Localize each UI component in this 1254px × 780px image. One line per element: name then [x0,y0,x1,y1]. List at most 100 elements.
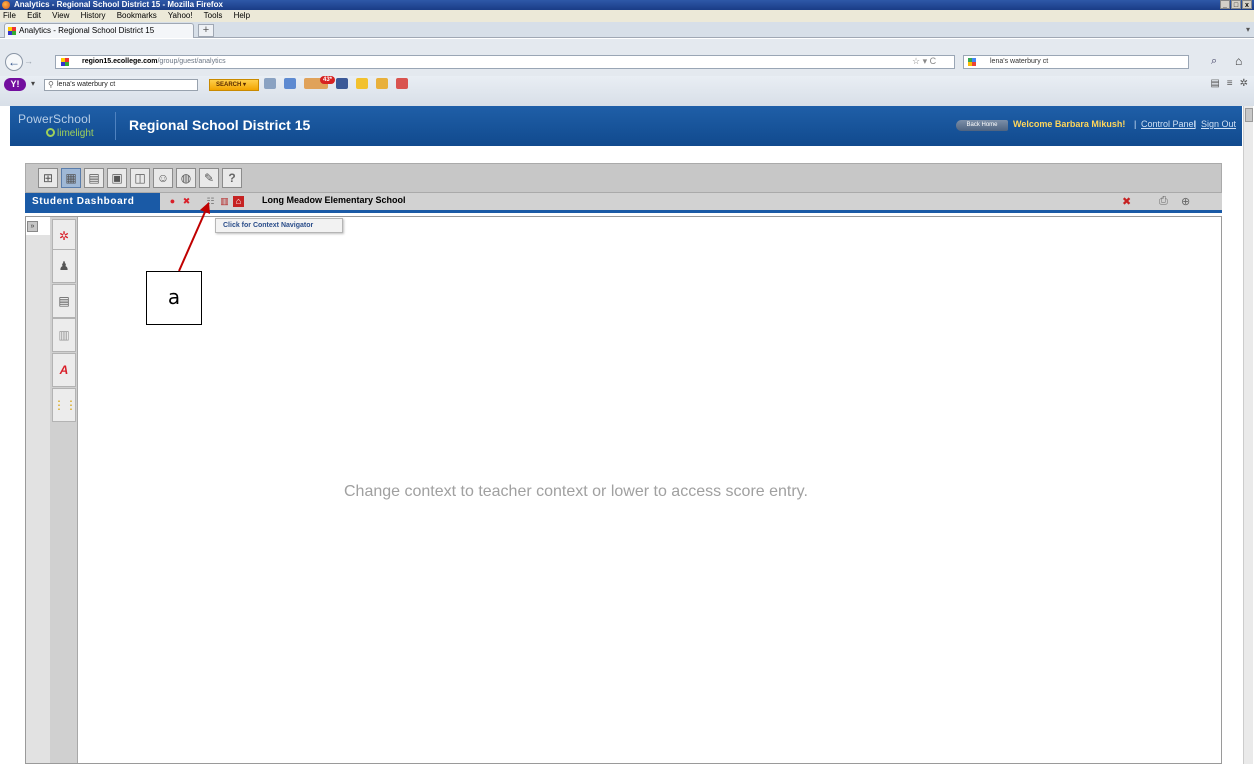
presentation-icon[interactable]: ◫ [130,168,150,188]
left-gutter [26,235,50,763]
globe-icon[interactable]: ◍ [176,168,196,188]
menu-edit[interactable]: Edit [27,11,41,20]
sidebar-icon[interactable]: ▤ [1210,78,1219,89]
navigation-bar: ← → region15.ecollege.com/group/guest/an… [0,39,1254,76]
document-icon[interactable]: ▤ [52,284,76,318]
gear-icon[interactable]: ✲ [1240,78,1248,89]
group-icon[interactable]: ☺ [153,168,173,188]
page-tools-icon[interactable] [264,78,276,89]
header-divider [115,112,116,140]
yahoo-search-label: SEARCH [216,82,242,88]
tab-label: Analytics - Regional School District 15 [19,26,155,35]
pin-icon[interactable]: ✖ [181,196,192,207]
person-icon[interactable]: ♟ [52,249,76,283]
powerschool-header: PowerSchool limelight Regional School Di… [10,106,1242,146]
header-pipe: | [1194,119,1197,129]
home-icon[interactable]: ⌂ [1235,54,1242,68]
yahoo-search-input[interactable]: ⚲ lena's waterbury ct [44,79,198,91]
print-icon[interactable]: ⎙ [1159,195,1168,208]
grid-icon[interactable]: ⊞ [38,168,58,188]
facebook-icon[interactable] [336,78,348,89]
tools-icon[interactable]: ✎ [199,168,219,188]
score-icon[interactable]: ⋮⋮ [52,388,77,422]
zoom-icon[interactable]: ⊕ [1181,195,1190,208]
tab-list-icon[interactable]: ▾ [1246,25,1250,34]
menu-help[interactable]: Help [234,11,250,20]
search-go-icon[interactable]: ⌕ [1211,55,1217,68]
sign-out-link[interactable]: Sign Out [1201,119,1236,129]
menu-yahoo[interactable]: Yahoo! [168,11,193,20]
powerschool-logo: PowerSchool [18,112,91,126]
yahoo-logo-icon[interactable]: Y! [4,78,26,91]
school-name[interactable]: Long Meadow Elementary School [262,195,406,205]
dashboard-title: Student Dashboard [25,193,160,210]
limelight-icon [46,128,55,137]
browser-tab[interactable]: Analytics - Regional School District 15 [4,23,194,38]
yahoo-tools [264,78,408,89]
yahoo-menu-icon[interactable]: ▾ [31,79,35,88]
menu-bar: File Edit View History Bookmarks Yahoo! … [0,10,1254,22]
url-path: /group/guest/analytics [157,58,226,65]
remove-icon[interactable]: ✖ [1122,195,1131,208]
window-title-bar: Analytics - Regional School District 15 … [0,0,1254,10]
context-navigator-icon[interactable]: ☷ [205,196,216,207]
calendar-tool-icon[interactable] [396,78,408,89]
text-icon[interactable]: A [52,353,76,387]
close-button[interactable]: x [1242,0,1252,9]
weather-icon[interactable] [356,78,368,89]
firefox-icon [2,1,10,9]
google-icon [968,58,976,66]
header-pipe: | [1134,119,1137,129]
browser-search-field[interactable]: lena's waterbury ct [963,55,1189,69]
forward-button[interactable]: → [24,56,33,66]
maximize-button[interactable]: □ [1231,0,1241,9]
app-icon-strip: ⊞ ▦ ▤ ▣ ◫ ☺ ◍ ✎ ? [25,163,1222,193]
site-identity-icon [61,58,69,66]
district-icon[interactable]: ▥ [219,196,230,207]
yahoo-toolbar: Y! ▾ ⚲ lena's waterbury ct SEARCH ▾ 43* … [0,76,1254,106]
games-icon[interactable] [376,78,388,89]
site-favicon-icon [8,27,16,35]
back-button[interactable]: ← [5,53,23,71]
control-panel-link[interactable]: Control Panel [1141,119,1196,129]
annotation-label: a [146,271,202,325]
url-bar[interactable]: region15.ecollege.com/group/guest/analyt… [55,55,955,69]
window-title: Analytics - Regional School District 15 … [14,0,223,9]
yahoo-search-button[interactable]: SEARCH ▾ [209,79,259,91]
score-entry-message: Change context to teacher context or low… [344,483,808,500]
window-controls: _ □ x [1220,0,1252,9]
dashboard-icon[interactable]: ▦ [61,168,81,188]
menu-tools[interactable]: Tools [204,11,223,20]
menu-bookmarks[interactable]: Bookmarks [117,11,157,20]
calendar-icon[interactable]: ▣ [107,168,127,188]
back-home-button[interactable]: Back Home [956,120,1008,131]
menu-file[interactable]: File [3,11,16,20]
new-tab-button[interactable]: + [198,24,214,37]
yahoo-search-text: lena's waterbury ct [57,81,116,88]
menu-lines-icon[interactable]: ≡ [1227,78,1233,89]
page-scrollbar[interactable] [1243,106,1253,764]
district-title: Regional School District 15 [129,117,311,133]
limelight-logo: limelight [46,128,94,139]
bookmark-star-icon[interactable]: ☆ ▾ C [912,56,936,67]
search-icon: ⚲ [48,80,54,89]
help-icon[interactable]: ? [222,168,242,188]
browser-search-text: lena's waterbury ct [990,58,1049,65]
report-icon[interactable]: ▤ [84,168,104,188]
scrollbar-thumb[interactable] [1245,108,1253,122]
url-domain: region15.ecollege.com [82,58,158,65]
expand-panel-icon[interactable]: » [27,221,38,232]
screen: Analytics - Regional School District 15 … [0,0,1254,780]
minimize-button[interactable]: _ [1220,0,1230,9]
ruler-icon[interactable]: ▥ [52,318,76,352]
mail-icon[interactable] [284,78,296,89]
mail-count-badge: 43* [320,76,336,84]
context-navigator-tooltip: Click for Context Navigator [215,218,343,233]
settings-icon[interactable]: ✲ [52,219,76,253]
menu-history[interactable]: History [81,11,106,20]
dashboard-bar: Student Dashboard ● ✖ ☷ ▥ ⌂ Long Meadow … [25,193,1222,213]
welcome-text: Welcome Barbara Mikush! [1013,119,1126,129]
record-icon[interactable]: ● [167,196,178,207]
school-home-icon[interactable]: ⌂ [233,196,244,207]
menu-view[interactable]: View [52,11,69,20]
